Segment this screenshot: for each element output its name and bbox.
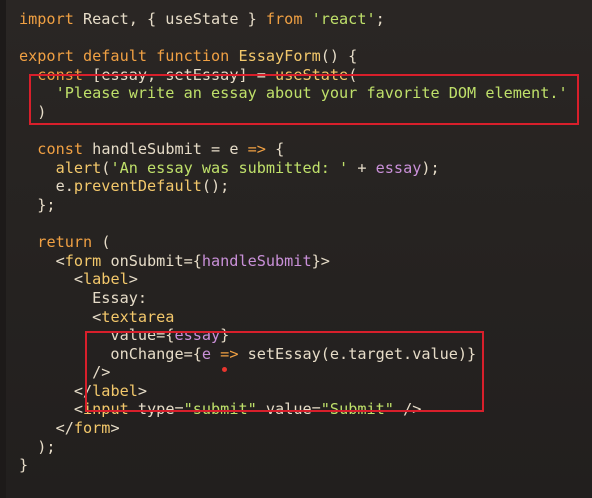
code-token: alert xyxy=(55,158,102,177)
code-token: < xyxy=(19,270,84,289)
code-line: Essay: xyxy=(19,289,568,308)
editor-gutter xyxy=(0,0,6,498)
code-line: alert('An essay was submitted: ' + essay… xyxy=(19,159,568,178)
code-token: export default function xyxy=(19,47,239,66)
code-token: e xyxy=(201,344,221,363)
code-token: Essay: xyxy=(19,288,148,307)
code-token: from xyxy=(265,10,312,28)
code-token: label xyxy=(83,270,129,289)
code-token: "submit" xyxy=(183,400,266,419)
code-token: > xyxy=(110,419,120,438)
code-line: onChange={e => setEssay(e.target.value)} xyxy=(19,345,568,364)
code-token: { xyxy=(275,140,285,159)
code-token: [essay, setEssay] = xyxy=(92,65,276,84)
code-token: /> xyxy=(403,400,422,419)
code-token: textarea xyxy=(101,307,175,326)
code-line: ) xyxy=(19,103,568,122)
code-token: => xyxy=(247,140,276,159)
code-token: value={ xyxy=(19,326,175,345)
code-token: useState xyxy=(275,65,349,84)
code-token: </ xyxy=(19,381,93,400)
code-token: /> xyxy=(19,363,111,382)
code-token: const xyxy=(37,140,93,159)
code-token: input xyxy=(83,400,138,419)
code-token: const xyxy=(37,65,93,84)
code-token: essay xyxy=(375,158,422,177)
code-token: setEssay(e.target.value)} xyxy=(247,344,477,363)
code-line: <textarea xyxy=(19,308,568,327)
code-token: label xyxy=(92,381,138,400)
code-token: onChange={ xyxy=(19,344,202,363)
code-token: </ xyxy=(19,419,74,438)
code-line: return ( xyxy=(19,233,568,252)
code-token: => xyxy=(220,344,248,363)
code-token: handleSubmit = e xyxy=(92,140,248,159)
code-line: <form onSubmit={handleSubmit}> xyxy=(19,252,568,271)
code-token: () { xyxy=(320,47,358,66)
code-token: ; xyxy=(375,10,385,28)
code-line: }; xyxy=(19,196,568,215)
code-token: (); xyxy=(201,177,230,196)
code-editor: import React, { useState } from 'react';… xyxy=(0,0,592,498)
code-token: import xyxy=(19,10,84,28)
code-line: ); xyxy=(19,438,568,457)
code-token: } xyxy=(19,456,29,475)
code-token: < xyxy=(19,400,84,419)
code-line: const [essay, setEssay] = useState( xyxy=(19,66,568,85)
code-token: 'An essay was submitted: ' xyxy=(110,158,349,177)
code-token: form xyxy=(64,251,111,270)
code-token: handleSubmit xyxy=(201,251,312,270)
code-line: <input type="submit" value="Submit" /> xyxy=(19,400,568,419)
code-token: > xyxy=(128,270,138,289)
code-line: <label> xyxy=(19,270,568,289)
code-token: ( xyxy=(101,233,111,252)
code-token: }> xyxy=(311,251,330,270)
code-line: value={essay} xyxy=(19,326,568,345)
code-token: return xyxy=(37,233,102,252)
cursor-dot xyxy=(222,367,227,372)
code-line: /> xyxy=(19,363,568,382)
code-line: export default function EssayForm() { xyxy=(19,47,568,66)
code-token: + xyxy=(348,158,376,177)
code-token: ( xyxy=(348,65,358,84)
code-token: < xyxy=(19,251,65,270)
code-token: e. xyxy=(19,177,74,196)
code-line: </label> xyxy=(19,382,568,401)
code-token: ); xyxy=(19,437,56,456)
code-token: React, { useState } xyxy=(83,10,266,28)
code-token: type= xyxy=(137,400,184,419)
code-token: > xyxy=(137,381,148,400)
code-line: const handleSubmit = e => { xyxy=(19,140,568,159)
code-token: ); xyxy=(421,158,440,177)
code-block: import React, { useState } from 'react';… xyxy=(19,10,568,475)
code-token: 'Please write an essay about your favori… xyxy=(55,84,568,103)
code-token: preventDefault xyxy=(73,177,202,196)
code-token: onSubmit={ xyxy=(110,251,202,270)
code-token: essay xyxy=(174,326,221,345)
code-line: </form> xyxy=(19,419,568,438)
code-token: form xyxy=(73,419,111,438)
code-token: "Submit" xyxy=(320,400,404,419)
code-token: < xyxy=(19,307,102,326)
code-line: e.preventDefault(); xyxy=(19,177,568,196)
code-token: value= xyxy=(265,400,321,419)
code-token: EssayForm xyxy=(238,47,321,66)
code-token: 'react' xyxy=(311,10,376,28)
code-token: ) xyxy=(19,102,47,121)
code-token: }; xyxy=(19,195,56,214)
code-line: } xyxy=(19,456,568,475)
code-line: import React, { useState } from 'react'; xyxy=(19,10,568,29)
code-token: } xyxy=(220,326,230,345)
code-line: 'Please write an essay about your favori… xyxy=(19,84,568,103)
